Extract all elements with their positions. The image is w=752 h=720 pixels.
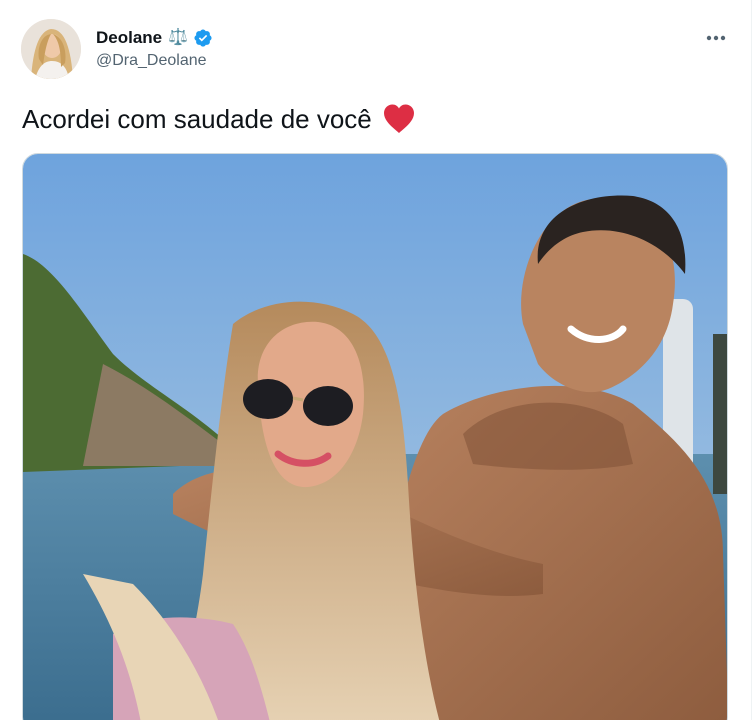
tweet-text: Acordei com saudade de você <box>22 100 416 138</box>
author-handle[interactable]: @Dra_Deolane <box>96 52 213 70</box>
tweet-photo[interactable] <box>22 153 728 720</box>
more-options-button[interactable] <box>700 24 732 52</box>
more-dots-icon <box>706 35 726 41</box>
verified-badge-icon <box>193 28 213 48</box>
author-info[interactable]: Deolane ⚖️ @Dra_Deolane <box>96 27 213 70</box>
scales-emoji: ⚖️ <box>168 29 189 46</box>
avatar-image <box>21 19 81 79</box>
photo-image <box>23 154 727 720</box>
author-name-row: Deolane ⚖️ <box>96 27 213 49</box>
tweet-text-body: Acordei com saudade de você <box>22 104 372 134</box>
author-avatar[interactable] <box>21 19 81 79</box>
heart-icon <box>382 103 416 135</box>
author-display-name[interactable]: Deolane <box>96 28 162 48</box>
tweet-card[interactable]: Deolane ⚖️ @Dra_Deolane Acordei com saud… <box>0 0 752 720</box>
